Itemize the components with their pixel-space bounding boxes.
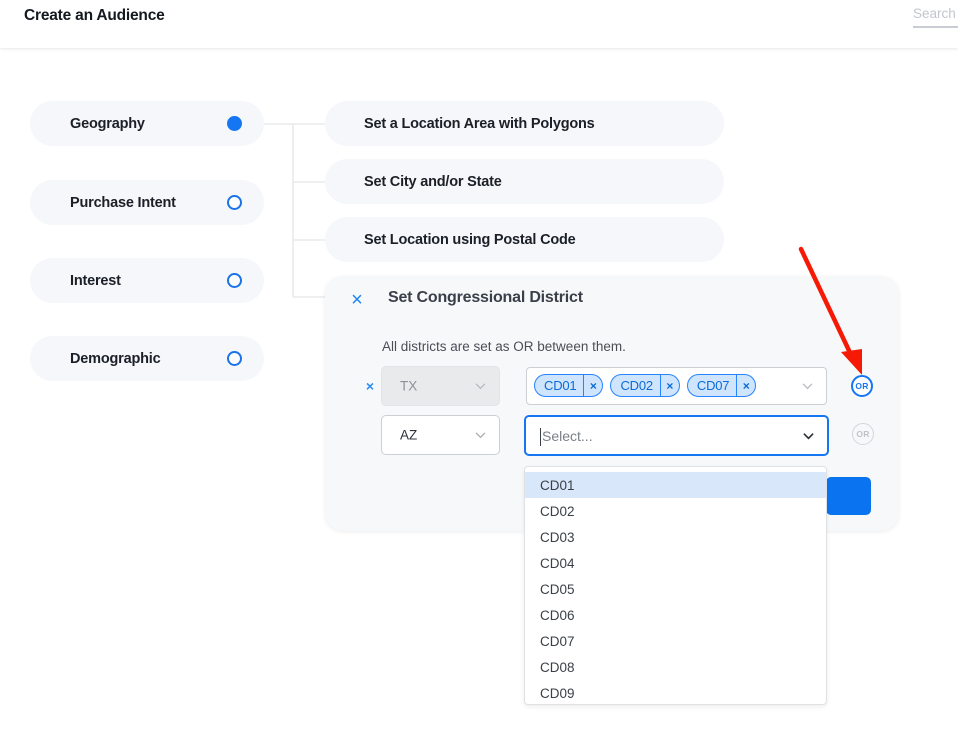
dropdown-option[interactable]: CD04 (525, 550, 826, 576)
panel-subtitle: All districts are set as OR between them… (382, 339, 626, 354)
option-label: Set a Location Area with Polygons (364, 115, 595, 132)
chevron-down-icon[interactable] (802, 381, 813, 392)
page-title: Create an Audience (24, 7, 165, 24)
chevron-down-icon (475, 383, 486, 390)
apply-button[interactable] (826, 477, 871, 515)
category-label: Demographic (70, 350, 161, 367)
radio-unselected-icon[interactable] (227, 195, 242, 210)
dropdown-option[interactable]: CD08 (525, 654, 826, 680)
category-label: Interest (70, 272, 121, 289)
dropdown-option[interactable]: CD07 (525, 628, 826, 654)
category-pill-purchase-intent[interactable]: Purchase Intent (30, 180, 264, 225)
chip-remove-icon[interactable]: × (736, 375, 755, 396)
category-pill-demographic[interactable]: Demographic (30, 336, 264, 381)
district-dropdown-menu[interactable]: CD01 CD02 CD03 CD04 CD05 CD06 CD07 CD08 … (524, 466, 827, 705)
option-pill-postal-code[interactable]: Set Location using Postal Code (325, 217, 724, 262)
close-icon[interactable]: × (347, 290, 367, 310)
chevron-down-icon (475, 432, 486, 439)
radio-unselected-icon[interactable] (227, 273, 242, 288)
state-select-value: AZ (400, 427, 418, 443)
option-label: Set City and/or State (364, 173, 502, 190)
district-chip[interactable]: CD01 × (534, 374, 604, 397)
dropdown-option[interactable]: CD03 (525, 524, 826, 550)
chip-label: CD02 (620, 378, 653, 393)
app-root: Create an Audience Geography Purchase In… (0, 0, 958, 735)
remove-row-button[interactable]: × (362, 378, 378, 394)
chip-remove-icon[interactable]: × (659, 375, 679, 396)
option-pill-polygons[interactable]: Set a Location Area with Polygons (325, 101, 724, 146)
chip-label: CD01 (544, 378, 577, 393)
text-cursor (540, 428, 541, 446)
chevron-down-icon[interactable] (803, 430, 814, 441)
dropdown-option-list: CD01 CD02 CD03 CD04 CD05 CD06 CD07 CD08 … (525, 467, 826, 704)
dropdown-option[interactable]: CD06 (525, 602, 826, 628)
category-pill-interest[interactable]: Interest (30, 258, 264, 303)
panel-title: Set Congressional District (388, 289, 583, 306)
select-placeholder: Select... (542, 427, 593, 444)
dropdown-option[interactable]: CD01 (525, 472, 826, 498)
top-bar: Create an Audience (0, 0, 958, 48)
state-select-value: TX (400, 378, 418, 394)
radio-selected-icon[interactable] (227, 116, 242, 131)
radio-unselected-icon[interactable] (227, 351, 242, 366)
chip-label: CD07 (696, 378, 730, 393)
option-pill-city-state[interactable]: Set City and/or State (325, 159, 724, 204)
category-label: Geography (70, 115, 145, 132)
chip-list: CD01 × CD02 × CD07 × (534, 374, 757, 397)
search-field[interactable] (913, 4, 958, 28)
option-label: Set Location using Postal Code (364, 231, 576, 248)
category-label: Purchase Intent (70, 194, 176, 211)
dropdown-option[interactable]: CD05 (525, 576, 826, 602)
state-select-az[interactable]: AZ (381, 415, 500, 455)
search-input[interactable] (913, 4, 958, 28)
state-select-tx[interactable]: TX (381, 366, 500, 406)
operator-badge-or-disabled: OR (852, 423, 874, 445)
district-multiselect-tx[interactable]: CD01 × CD02 × CD07 × (526, 367, 827, 405)
district-select-az[interactable]: Select... (524, 415, 829, 456)
operator-badge-or-active[interactable]: OR (851, 375, 873, 397)
dropdown-option[interactable]: CD09 (525, 680, 826, 704)
dropdown-option[interactable]: CD02 (525, 498, 826, 524)
district-chip[interactable]: CD02 × (610, 374, 680, 397)
category-pill-geography[interactable]: Geography (30, 101, 264, 146)
district-chip[interactable]: CD07 × (686, 374, 757, 397)
chip-remove-icon[interactable]: × (583, 375, 602, 396)
